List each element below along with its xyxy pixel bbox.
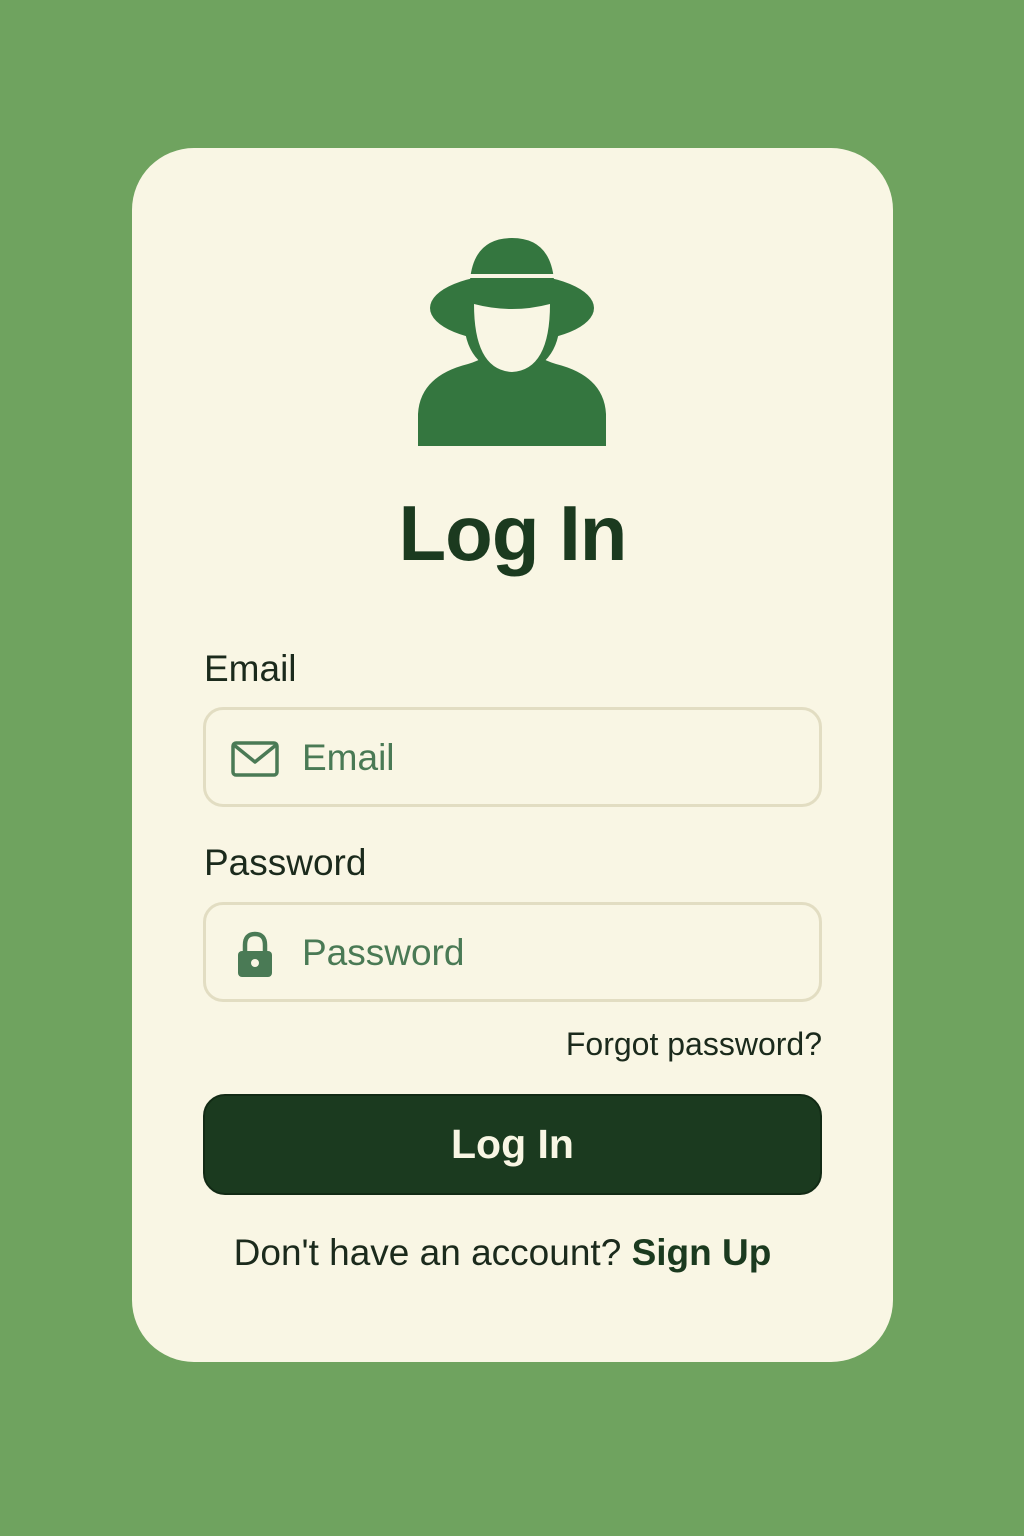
signup-line: Don't have an account? Sign Up xyxy=(132,1232,893,1274)
password-input[interactable] xyxy=(302,915,802,991)
envelope-icon xyxy=(231,741,279,777)
lock-icon xyxy=(238,931,272,977)
login-button[interactable]: Log In xyxy=(203,1094,822,1195)
page-title: Log In xyxy=(398,489,628,577)
signup-link[interactable]: Sign Up xyxy=(632,1232,772,1273)
signup-prompt: Don't have an account? xyxy=(233,1232,632,1273)
email-field[interactable] xyxy=(203,707,822,807)
email-label: Email xyxy=(204,648,297,689)
password-field[interactable] xyxy=(203,902,822,1002)
password-label: Password xyxy=(204,842,367,883)
user-with-hat-icon xyxy=(418,238,606,446)
email-input[interactable] xyxy=(302,720,802,796)
forgot-password-link[interactable]: Forgot password? xyxy=(566,1026,822,1063)
